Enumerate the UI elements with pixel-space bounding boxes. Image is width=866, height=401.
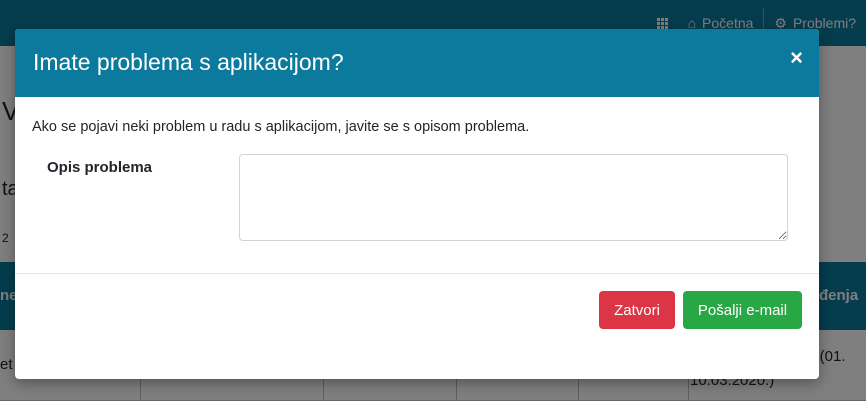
send-email-button[interactable]: Pošalji e-mail (683, 291, 802, 329)
modal-header: Imate problema s aplikacijom? × (15, 29, 819, 97)
modal-footer: Zatvori Pošalji e-mail (15, 273, 819, 379)
modal-intro-text: Ako se pojavi neki problem u radu s apli… (32, 119, 530, 135)
close-icon[interactable]: × (790, 47, 803, 69)
problem-description-field[interactable] (239, 154, 788, 241)
close-button[interactable]: Zatvori (599, 291, 675, 329)
problem-description-label: Opis problema (47, 159, 153, 176)
modal-title: Imate problema s aplikacijom? (33, 49, 344, 75)
problem-report-modal: Imate problema s aplikacijom? × Ako se p… (15, 29, 819, 379)
modal-body: Ako se pojavi neki problem u radu s apli… (15, 97, 819, 273)
